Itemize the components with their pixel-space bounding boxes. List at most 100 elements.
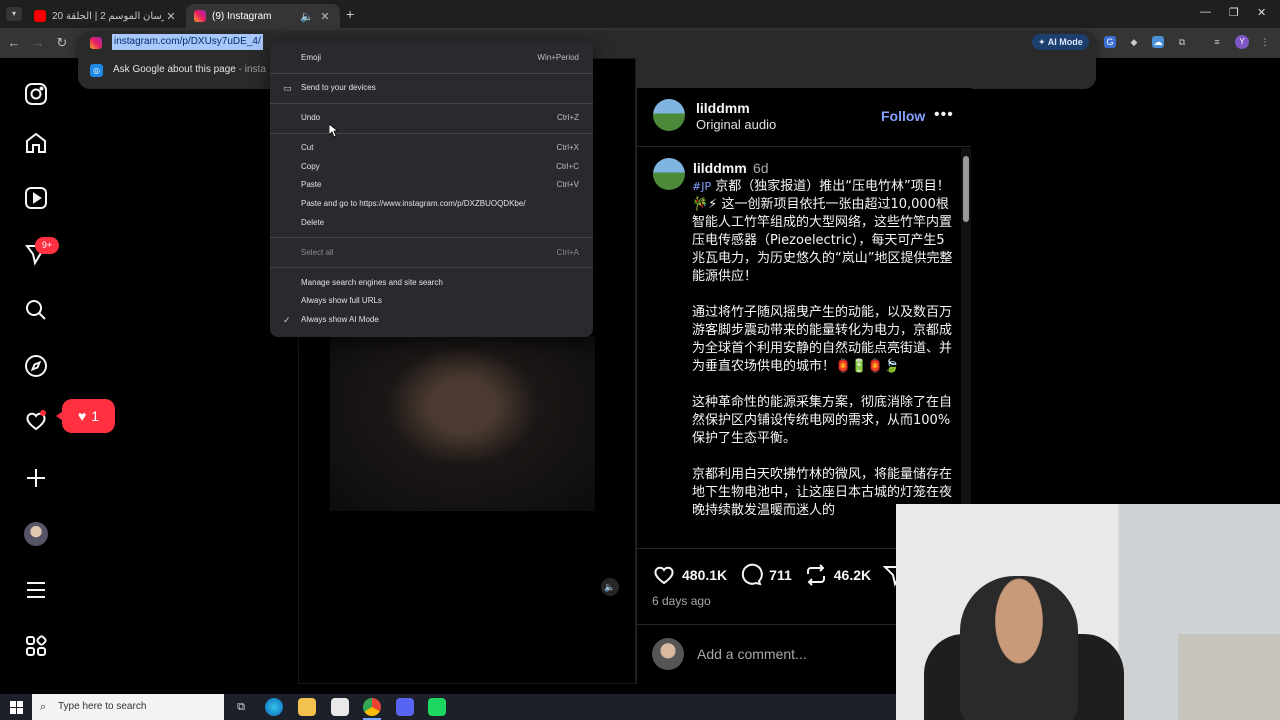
devices-icon: ▭ [283, 83, 292, 93]
reload-button[interactable]: ↻ [54, 35, 70, 51]
author-avatar[interactable] [653, 99, 685, 131]
reels-icon[interactable] [23, 185, 49, 211]
menu-item-label: Cut [301, 143, 314, 152]
more-options-icon[interactable]: ••• [934, 106, 954, 124]
extensions-puzzle-icon[interactable]: ⧉ [1176, 36, 1188, 48]
checkmark-icon: ✓ [283, 315, 291, 325]
discord-icon[interactable] [396, 698, 414, 716]
menu-item-cut[interactable]: Cut Ctrl+X [270, 139, 593, 157]
apps-grid-icon[interactable] [23, 633, 49, 659]
repost-action[interactable]: 46.2K [804, 563, 871, 587]
caption-age: 6d [753, 160, 769, 176]
menu-item-shortcut: Ctrl+C [556, 162, 579, 171]
task-view-icon[interactable]: ⧉ [232, 698, 250, 716]
reading-list-icon[interactable]: ≡ [1211, 36, 1223, 48]
volume-icon[interactable]: 🔈 [601, 578, 619, 596]
instagram-logo-icon[interactable] [23, 81, 49, 107]
audio-label[interactable]: Original audio [696, 117, 776, 132]
caption-scroll-thumb[interactable] [963, 156, 969, 222]
heart-outline-icon [654, 566, 674, 585]
menu-item-select-all[interactable]: Select all Ctrl+A [270, 244, 593, 262]
taskbar-search[interactable]: ⌕ Type here to search [32, 694, 224, 720]
menu-item-label: Select all [301, 248, 334, 257]
comment-icon [742, 563, 763, 586]
webcam-background-shelf [1178, 634, 1280, 720]
close-window-button[interactable]: ✕ [1257, 6, 1266, 19]
app-icon[interactable] [428, 698, 446, 716]
tab-youtube[interactable]: دار العرسان الموسم 2 | الحلقة 20 ✕ [26, 4, 186, 28]
comment-action[interactable]: 711 [739, 563, 792, 587]
close-icon[interactable]: ✕ [318, 10, 332, 23]
site-info-icon[interactable] [90, 37, 102, 49]
chrome-icon[interactable] [363, 698, 381, 716]
reposts-count: 46.2K [833, 567, 872, 583]
url-input[interactable]: instagram.com/p/DXUsy7uDE_4/ [112, 34, 263, 50]
minimize-button[interactable]: — [1200, 6, 1211, 18]
search-icon[interactable] [23, 297, 49, 323]
omnibox-suggestion[interactable]: Ask Google about this page - insta [113, 64, 266, 75]
menu-item-label: Send to your devices [301, 83, 376, 92]
posted-time: 6 days ago [652, 594, 711, 608]
windows-taskbar: ⌕ Type here to search ⧉ [0, 694, 896, 720]
caption-paragraph: 这种革命性的能源采集方案，彻底消除了在自然保护区内铺设传统电网的需求，从而100… [692, 395, 953, 446]
menu-item-show-ai-mode[interactable]: ✓ Always show AI Mode [270, 311, 593, 329]
edge-icon[interactable] [265, 698, 283, 716]
tab-instagram[interactable]: (9) Instagram 🔈 ✕ [186, 4, 340, 28]
follow-button[interactable]: Follow [881, 108, 925, 124]
menu-separator [270, 267, 593, 268]
back-button[interactable]: ← [6, 35, 22, 50]
likes-notification-popup[interactable]: ♥ 1 [56, 399, 115, 433]
menu-item-copy[interactable]: Copy Ctrl+C [270, 158, 593, 176]
author-username[interactable]: lilddmm [696, 100, 750, 116]
suggestion-text: Ask Google about this page [113, 64, 236, 75]
tab-search-button[interactable]: ▾ [6, 7, 22, 21]
menu-separator [270, 133, 593, 134]
caption-author-avatar[interactable] [653, 158, 685, 190]
webcam-overlay [896, 504, 1280, 720]
new-tab-button[interactable]: + [346, 6, 354, 22]
windows-start-icon[interactable] [10, 701, 23, 714]
speaker-icon[interactable]: 🔈 [300, 10, 314, 23]
comment-input[interactable]: Add a comment... [697, 646, 807, 662]
notifications-heart-icon[interactable] [23, 408, 49, 434]
tab-title: (9) Instagram [212, 10, 272, 22]
menu-item-send-to-devices[interactable]: ▭ Send to your devices [270, 79, 593, 97]
video-frame[interactable] [330, 336, 595, 511]
repost-icon [806, 564, 825, 586]
context-menu: Emoji Win+Period ▭ Send to your devices … [270, 41, 593, 337]
close-icon[interactable]: ✕ [164, 10, 178, 23]
create-plus-icon[interactable] [23, 465, 49, 491]
post-actions: 480.1K 711 46.2K [652, 563, 925, 587]
store-icon[interactable] [331, 698, 349, 716]
restore-button[interactable]: ❐ [1229, 6, 1239, 19]
like-action[interactable]: 480.1K [652, 563, 727, 587]
menu-item-label: Paste [301, 180, 322, 189]
translate-icon[interactable]: G [1104, 36, 1116, 48]
profile-avatar[interactable]: Y [1235, 35, 1249, 49]
home-icon[interactable] [23, 130, 49, 156]
menu-item-manage-search-engines[interactable]: Manage search engines and site search [270, 274, 593, 292]
forward-button[interactable]: → [30, 35, 46, 50]
file-explorer-icon[interactable] [298, 698, 316, 716]
menu-item-paste[interactable]: Paste Ctrl+V [270, 176, 593, 194]
tab-title: دار العرسان الموسم 2 | الحلقة 20 [52, 10, 164, 22]
menu-item-undo[interactable]: Undo Ctrl+Z [270, 109, 593, 127]
ai-mode-button[interactable]: ✦ AI Mode [1032, 34, 1089, 50]
menu-item-label: Delete [301, 218, 325, 227]
menu-item-delete[interactable]: Delete [270, 214, 593, 232]
menu-item-show-full-urls[interactable]: Always show full URLs [270, 292, 593, 310]
menu-item-label: Manage search engines and site search [301, 278, 443, 287]
menu-separator [270, 237, 593, 238]
profile-avatar-icon[interactable] [23, 521, 49, 547]
extension-diamond-icon[interactable]: ◆ [1128, 36, 1140, 48]
menu-item-shortcut: Ctrl+V [556, 180, 579, 189]
extension-cloud-icon[interactable]: ☁ [1152, 36, 1164, 48]
menu-item-paste-and-go[interactable]: Paste and go to https://www.instagram.co… [270, 195, 593, 213]
caption-username[interactable]: lilddmm [693, 160, 747, 176]
more-menu-icon[interactable] [23, 577, 49, 603]
hashtag[interactable]: #JP [692, 180, 711, 193]
menu-item-label: Copy [301, 162, 320, 171]
menu-item-emoji[interactable]: Emoji Win+Period [270, 49, 593, 67]
explore-icon[interactable] [23, 353, 49, 379]
menu-kebab-icon[interactable]: ⋮ [1259, 36, 1271, 48]
